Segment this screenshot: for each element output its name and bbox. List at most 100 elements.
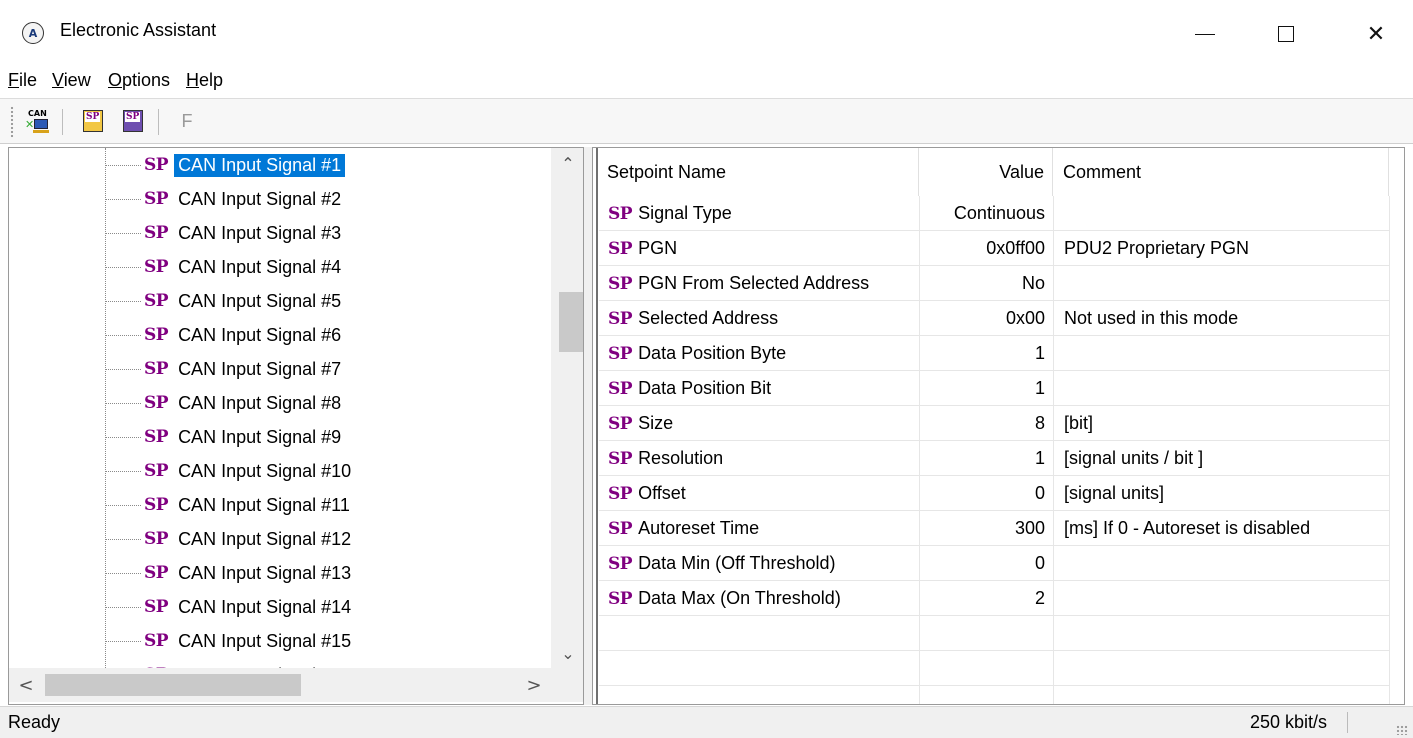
flash-button[interactable]: F bbox=[172, 107, 202, 135]
setpoint-row[interactable]: SP Selected Address 0x00 Not used in this m… bbox=[599, 301, 1389, 336]
setpoint-comment-cell bbox=[1053, 581, 1389, 616]
toolbar: CAN ✕ SP SP F bbox=[0, 98, 1413, 144]
setpoint-name-cell: SP Autoreset Time bbox=[599, 511, 919, 546]
setpoint-value-cell[interactable]: 0x00 bbox=[919, 301, 1053, 336]
menu-bar: File View Options Help bbox=[0, 66, 1413, 96]
can-icon-label: CAN bbox=[28, 109, 47, 118]
setpoint-icon: SP bbox=[144, 529, 169, 549]
tree-item[interactable]: SP CAN Input Signal #9 bbox=[105, 420, 345, 454]
setpoint-icon: SP bbox=[608, 518, 633, 539]
setpoint-row[interactable]: SP Data Max (On Threshold) 2 bbox=[599, 581, 1389, 616]
maximize-icon bbox=[1278, 26, 1294, 42]
tree-item[interactable]: SP CAN Input Signal #8 bbox=[105, 386, 345, 420]
tree-vertical-scrollbar[interactable]: ⌃ ⌄ bbox=[551, 148, 583, 668]
tree-item[interactable]: SP CAN Input Signal #14 bbox=[105, 590, 355, 624]
setpoint-value-cell[interactable]: Continuous bbox=[919, 196, 1053, 231]
tree-item-label: CAN Input Signal #2 bbox=[178, 188, 342, 209]
setpoint-value-cell[interactable]: 0 bbox=[919, 476, 1053, 511]
setpoint-name-cell: SP Data Max (On Threshold) bbox=[599, 581, 919, 616]
setpoint-name: Autoreset Time bbox=[638, 518, 760, 538]
setpoint-grid[interactable]: Setpoint Name Value Comment SP Signal Typ… bbox=[592, 147, 1405, 705]
empty-row bbox=[599, 651, 1389, 686]
horizontal-scroll-thumb[interactable] bbox=[45, 674, 301, 696]
tree-item[interactable]: SP CAN Input Signal #15 bbox=[105, 624, 355, 658]
setpoint-name-cell: SP Signal Type bbox=[599, 196, 919, 231]
setpoint-value-cell[interactable]: 0x0ff00 bbox=[919, 231, 1053, 266]
menu-options[interactable]: Options bbox=[108, 70, 170, 91]
setpoint-value-cell[interactable]: 1 bbox=[919, 441, 1053, 476]
tree-item[interactable]: SP CAN Input Signal #1 bbox=[105, 148, 347, 182]
setpoint-name: Resolution bbox=[638, 448, 724, 468]
toolbar-grip[interactable] bbox=[10, 106, 14, 138]
setpoint-tree[interactable]: SP CAN Input Signal #1 SP CAN Input Signal … bbox=[8, 147, 584, 705]
tree-item-label: CAN Input Signal #7 bbox=[178, 358, 342, 379]
app-logo-icon: A bbox=[22, 22, 44, 44]
tree-item[interactable]: SP CAN Input Signal #12 bbox=[105, 522, 355, 556]
setpoint-row[interactable]: SP Data Min (Off Threshold) 0 bbox=[599, 546, 1389, 581]
open-setpoint-file-button[interactable]: SP bbox=[78, 107, 108, 135]
setpoint-name: Data Position Byte bbox=[638, 343, 787, 363]
menu-view[interactable]: View bbox=[52, 70, 91, 91]
column-header-value[interactable]: Value bbox=[919, 148, 1053, 196]
tree-item-label: CAN Input Signal #15 bbox=[178, 630, 352, 651]
tree-item[interactable]: SP CAN Input Signal #5 bbox=[105, 284, 345, 318]
tree-item[interactable]: SP CAN Input Signal #7 bbox=[105, 352, 345, 386]
setpoint-row[interactable]: SP Offset 0 [signal units] bbox=[599, 476, 1389, 511]
setpoint-value-cell[interactable]: 300 bbox=[919, 511, 1053, 546]
minimize-button[interactable] bbox=[1175, 12, 1235, 56]
setpoint-icon: SP bbox=[608, 413, 633, 434]
vertical-scroll-thumb[interactable] bbox=[559, 292, 583, 352]
status-bar: Ready 250 kbit/s bbox=[0, 706, 1413, 738]
setpoint-name-cell: SP Data Min (Off Threshold) bbox=[599, 546, 919, 581]
pane-splitter[interactable] bbox=[584, 147, 592, 705]
column-header-setpoint-name[interactable]: Setpoint Name bbox=[599, 148, 919, 196]
tree-item[interactable]: SP CAN Input Signal #4 bbox=[105, 250, 345, 284]
save-setpoint-file-button[interactable]: SP bbox=[118, 107, 148, 135]
menu-file[interactable]: File bbox=[8, 70, 37, 91]
setpoint-value-cell[interactable]: 2 bbox=[919, 581, 1053, 616]
scroll-down-arrow[interactable]: ⌄ bbox=[551, 638, 583, 668]
setpoint-icon: SP bbox=[144, 325, 169, 345]
tree-item[interactable]: SP CAN Input Signal #2 bbox=[105, 182, 345, 216]
close-button[interactable]: ✕ bbox=[1346, 12, 1406, 56]
can-connect-button[interactable]: CAN ✕ bbox=[22, 107, 52, 135]
setpoint-row[interactable]: SP Data Position Bit 1 bbox=[599, 371, 1389, 406]
tree-item[interactable]: SP CAN Input Signal #11 bbox=[105, 488, 354, 522]
resize-grip[interactable] bbox=[1396, 725, 1408, 735]
setpoint-icon: SP bbox=[144, 223, 169, 243]
setpoint-value-cell[interactable]: 1 bbox=[919, 371, 1053, 406]
save-setpoint-file-icon: SP bbox=[121, 109, 145, 133]
menu-help[interactable]: Help bbox=[186, 70, 223, 91]
tree-horizontal-scrollbar[interactable]: < > bbox=[9, 668, 551, 702]
maximize-button[interactable] bbox=[1256, 12, 1316, 56]
tree-item[interactable]: SP CAN Input Signal #13 bbox=[105, 556, 355, 590]
menu-view-mnemonic: V bbox=[52, 70, 64, 90]
tree-connector bbox=[105, 470, 141, 472]
setpoint-value-cell[interactable]: 8 bbox=[919, 406, 1053, 441]
setpoint-row[interactable]: SP PGN 0x0ff00 PDU2 Proprietary PGN bbox=[599, 231, 1389, 266]
tree-item[interactable]: SP CAN Input Signal #10 bbox=[105, 454, 355, 488]
setpoint-row[interactable]: SP Signal Type Continuous bbox=[599, 196, 1389, 231]
setpoint-row[interactable]: SP PGN From Selected Address No bbox=[599, 266, 1389, 301]
scroll-left-arrow[interactable]: < bbox=[9, 668, 43, 702]
tree-item-label: CAN Input Signal #10 bbox=[178, 460, 352, 481]
tree-connector bbox=[105, 572, 141, 574]
status-text: Ready bbox=[8, 712, 61, 732]
scroll-right-arrow[interactable]: > bbox=[517, 668, 551, 702]
column-header-comment[interactable]: Comment bbox=[1053, 148, 1389, 196]
tree-item[interactable]: SP CAN Input Signal #3 bbox=[105, 216, 345, 250]
setpoint-row[interactable]: SP Size 8 [bit] bbox=[599, 406, 1389, 441]
setpoint-row[interactable]: SP Data Position Byte 1 bbox=[599, 336, 1389, 371]
setpoint-value-cell[interactable]: 1 bbox=[919, 336, 1053, 371]
setpoint-comment-cell: [signal units / bit ] bbox=[1053, 441, 1389, 476]
window-title: Electronic Assistant bbox=[60, 20, 217, 40]
setpoint-value-cell[interactable]: 0 bbox=[919, 546, 1053, 581]
setpoint-row[interactable]: SP Resolution 1 [signal units / bit ] bbox=[599, 441, 1389, 476]
setpoint-name-cell: SP PGN bbox=[599, 231, 919, 266]
scroll-up-arrow[interactable]: ⌃ bbox=[551, 148, 583, 178]
setpoint-row[interactable]: SP Autoreset Time 300 [ms] If 0 - Autoreset… bbox=[599, 511, 1389, 546]
setpoint-value-cell[interactable]: No bbox=[919, 266, 1053, 301]
column-divider bbox=[1389, 196, 1390, 704]
tree-item[interactable]: SP CAN Input Signal #6 bbox=[105, 318, 345, 352]
tree-connector bbox=[105, 402, 141, 404]
